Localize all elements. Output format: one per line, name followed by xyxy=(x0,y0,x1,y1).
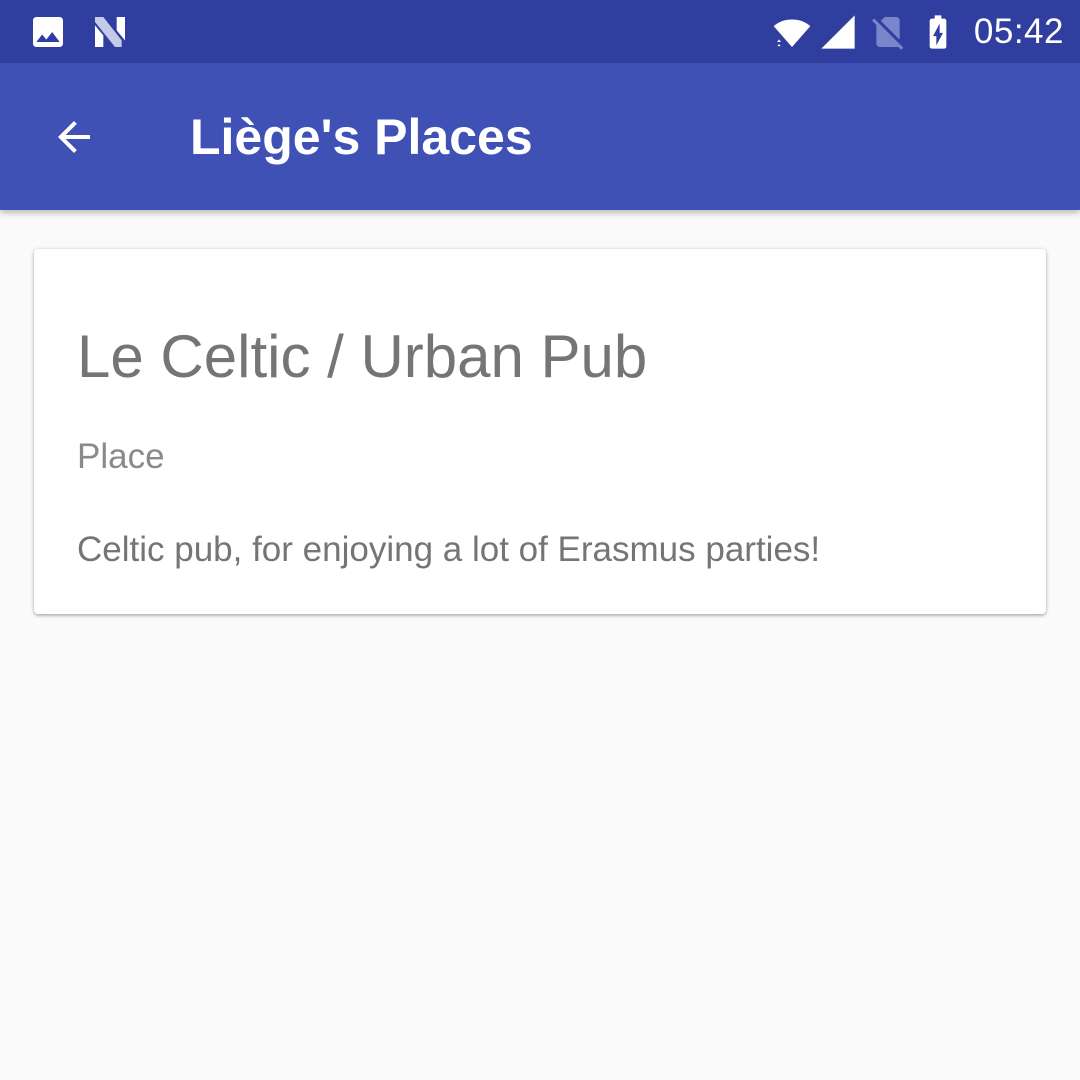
no-sim-icon xyxy=(868,12,908,52)
arrow-back-icon xyxy=(58,121,90,153)
app-bar: Liège's Places xyxy=(0,63,1080,210)
place-type: Place xyxy=(77,437,165,476)
wifi-icon xyxy=(768,12,816,52)
back-button[interactable] xyxy=(38,101,110,173)
status-bar: 05:42 xyxy=(0,0,1080,63)
n-logo-icon xyxy=(90,12,130,52)
page-title: Liège's Places xyxy=(190,109,533,165)
signal-icon xyxy=(818,12,858,52)
place-card[interactable]: Le Celtic / Urban Pub Place Celtic pub, … xyxy=(34,249,1046,614)
place-title: Le Celtic / Urban Pub xyxy=(77,323,648,390)
battery-charging-icon xyxy=(918,12,958,52)
place-description: Celtic pub, for enjoying a lot of Erasmu… xyxy=(77,530,821,569)
image-icon xyxy=(28,12,68,52)
status-bar-clock: 05:42 xyxy=(973,12,1064,51)
